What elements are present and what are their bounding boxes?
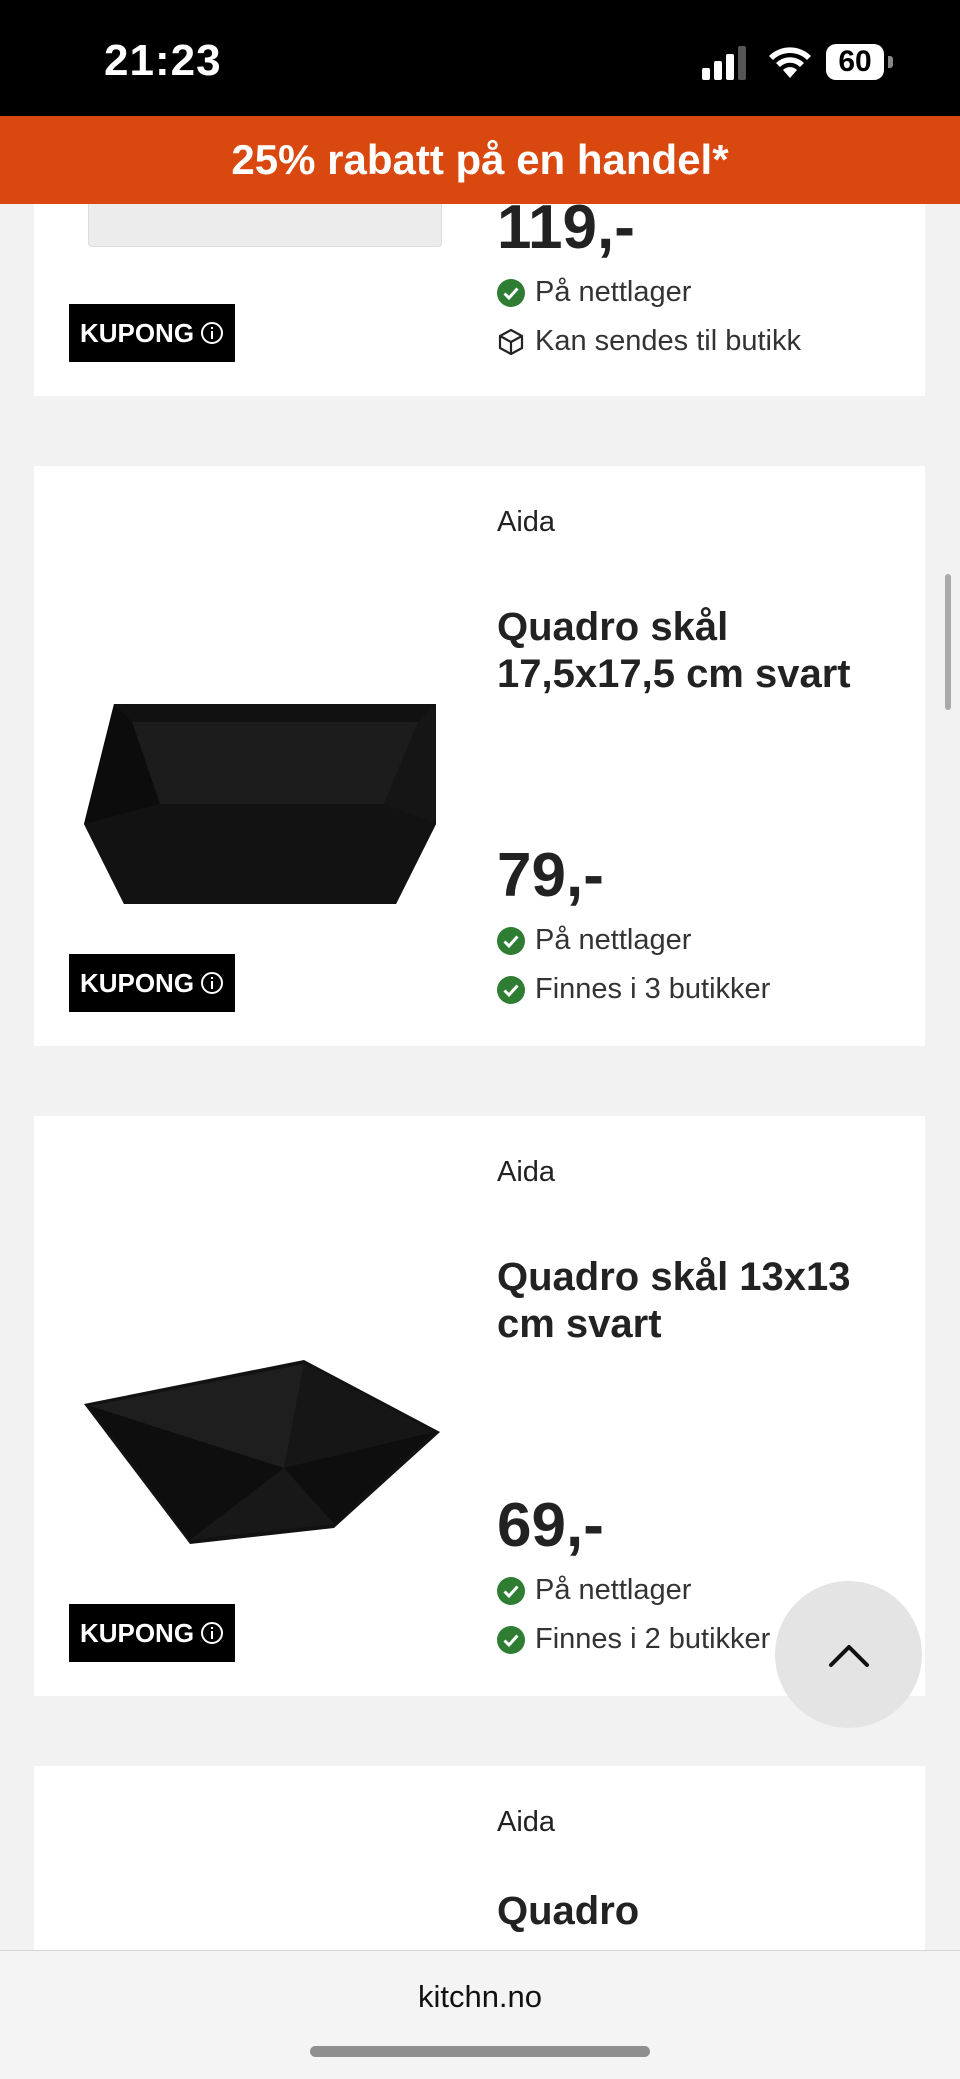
coupon-label: KUPONG (79, 317, 195, 348)
check-circle-icon (497, 1576, 525, 1605)
product-image (84, 704, 436, 904)
coupon-badge[interactable]: KUPONG (69, 304, 235, 362)
store-status: Finnes i 3 butikker (497, 973, 770, 1006)
product-title[interactable]: Quadro skål 17,5x17,5 cm svart (497, 604, 897, 698)
coupon-badge[interactable]: KUPONG (69, 1604, 235, 1662)
battery-level: 60 (826, 44, 884, 80)
store-status: Finnes i 2 butikker (497, 1623, 770, 1656)
check-circle-icon (497, 975, 525, 1004)
stock-status: På nettlager (497, 924, 691, 957)
product-title[interactable]: Quadro (497, 1888, 897, 1935)
store-text: Finnes i 3 butikker (535, 973, 771, 1005)
product-brand: Aida (497, 506, 556, 538)
product-price: 69,- (497, 1491, 604, 1560)
home-indicator[interactable] (310, 2046, 650, 2057)
chevron-up-icon (828, 1644, 869, 1667)
product-brand: Aida (497, 1156, 556, 1188)
product-brand: Aida (497, 1806, 556, 1838)
store-status: Kan sendes til butikk (497, 325, 801, 358)
scroll-to-top-button[interactable] (775, 1581, 922, 1728)
product-card[interactable]: Aida Quadro (34, 1766, 925, 1950)
stock-text: På nettlager (535, 276, 692, 308)
store-text: Kan sendes til butikk (535, 325, 801, 357)
status-time: 21:23 (104, 36, 222, 85)
product-title[interactable]: Quadro skål 13x13 cm svart (497, 1254, 897, 1348)
box-icon (498, 328, 524, 355)
status-bar: 21:23 60 (0, 0, 960, 116)
battery-tip (888, 56, 893, 68)
stock-text: På nettlager (535, 1574, 692, 1606)
check-circle-icon (497, 278, 525, 307)
product-price: 119,- (497, 204, 635, 262)
url-text[interactable]: kitchn.no (0, 1979, 960, 2015)
wifi-icon (769, 47, 811, 78)
coupon-badge[interactable]: KUPONG (69, 954, 235, 1012)
stock-status: På nettlager (497, 1574, 691, 1607)
product-card[interactable]: Aida Quadro skål 17,5x17,5 cm svart 79,-… (34, 466, 925, 1046)
promo-banner[interactable]: 25% rabatt på en handel* (0, 116, 960, 204)
coupon-label: KUPONG (79, 967, 195, 998)
product-price: 79,- (497, 841, 604, 910)
store-text: Finnes i 2 butikker (535, 1623, 771, 1655)
check-circle-icon (497, 1625, 525, 1654)
product-image (88, 204, 442, 247)
browser-address-bar[interactable]: kitchn.no (0, 1950, 960, 2079)
product-card[interactable]: 119,- På nettlager Kan sendes til butikk… (34, 204, 925, 396)
info-icon[interactable] (200, 321, 224, 345)
stock-status: På nettlager (497, 276, 691, 309)
check-circle-icon (497, 926, 525, 955)
stock-text: På nettlager (535, 924, 692, 956)
product-image (84, 1360, 440, 1544)
info-icon[interactable] (200, 1621, 224, 1645)
info-icon[interactable] (200, 971, 224, 995)
scroll-indicator[interactable] (945, 574, 951, 710)
cellular-signal-icon (702, 46, 746, 80)
coupon-label: KUPONG (79, 1617, 195, 1648)
